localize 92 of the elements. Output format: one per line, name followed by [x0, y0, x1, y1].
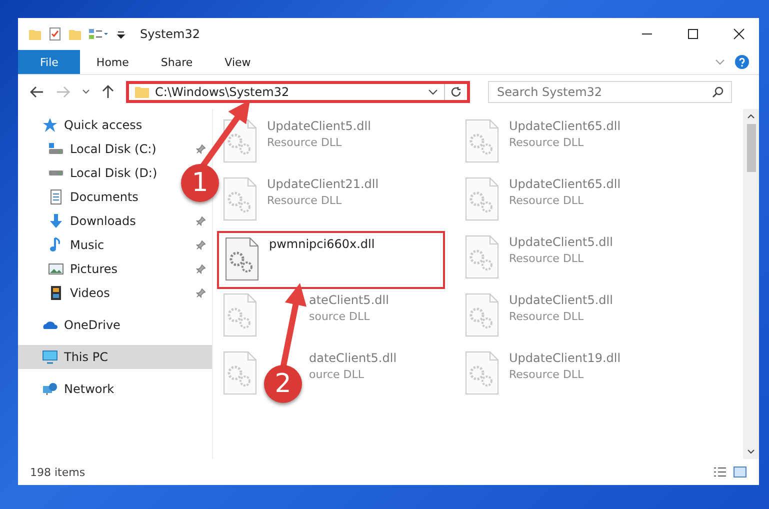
sidebar-label: Quick access	[64, 118, 142, 132]
film-icon	[48, 285, 64, 301]
file-icon	[465, 119, 499, 163]
properties-icon[interactable]	[48, 27, 62, 41]
sidebar-item[interactable]: Quick access	[18, 113, 212, 137]
file-icon	[465, 293, 499, 337]
address-bar[interactable]: C:\Windows\System32	[126, 81, 470, 103]
scroll-up-icon[interactable]	[747, 113, 755, 119]
sidebar-label: OneDrive	[64, 318, 120, 332]
file-name[interactable]: UpdateClient19.dll	[509, 351, 621, 365]
pin-icon[interactable]	[196, 144, 206, 154]
recent-caret-icon[interactable]	[82, 89, 90, 95]
sidebar-label: Music	[70, 238, 104, 252]
help-icon[interactable]	[735, 55, 749, 69]
sidebar-label: Pictures	[70, 262, 118, 276]
sidebar-item[interactable]: Pictures	[18, 257, 212, 281]
file-icon	[223, 177, 257, 221]
window-title: System32	[140, 27, 200, 41]
ribbon-tab[interactable]: Home	[80, 50, 145, 74]
file-type: Resource DLL	[267, 194, 343, 207]
scroll-thumb[interactable]	[746, 124, 756, 172]
up-arrow-icon[interactable]	[102, 85, 114, 99]
star-icon	[42, 117, 58, 133]
file-type: Resource DLL	[509, 310, 585, 323]
file-name[interactable]: UpdateClient5.dll	[509, 235, 613, 249]
file-name[interactable]: UpdateClient5.dll	[509, 293, 613, 307]
file-name[interactable]: UpdateClient65.dll	[509, 177, 621, 191]
file-icon	[465, 351, 499, 395]
scroll-down-icon[interactable]	[747, 449, 755, 455]
document-icon	[48, 189, 64, 205]
sidebar-item[interactable]: Videos	[18, 281, 212, 305]
file-name[interactable]: UpdateClient21.dll	[267, 177, 379, 191]
sidebar-label: Local Disk (D:)	[70, 166, 158, 180]
caret-icon[interactable]	[428, 88, 438, 96]
file-type: Resource DLL	[509, 136, 585, 149]
ribbon-tab[interactable]: File	[18, 50, 80, 74]
sidebar-item[interactable]: Documents	[18, 185, 146, 209]
file-type: Resource DLL	[267, 136, 343, 149]
file-name[interactable]: ateClient5.dll	[309, 293, 389, 307]
file-type: Resource DLL	[509, 252, 585, 265]
item-count: 198 items	[30, 466, 86, 478]
monitor-icon	[42, 349, 58, 365]
file-name[interactable]: pwmnipci660x.dll	[269, 237, 375, 251]
file-icon	[225, 237, 259, 281]
pin-icon[interactable]	[196, 288, 206, 298]
sidebar-item[interactable]: Downloads	[18, 209, 212, 233]
large-icons-view-icon[interactable]	[733, 466, 747, 478]
chevron-icon[interactable]	[715, 58, 725, 66]
sidebar-item[interactable]: This PC	[18, 345, 212, 369]
ribbon-tab[interactable]: Share	[144, 50, 209, 74]
sidebar-item[interactable]: Local Disk (D:)	[18, 161, 166, 185]
network-icon	[42, 381, 58, 397]
file-icon	[223, 293, 257, 337]
refresh-icon[interactable]	[450, 86, 462, 98]
address-path: C:\Windows\System32	[155, 85, 290, 99]
pin-icon[interactable]	[196, 264, 206, 274]
file-name[interactable]: dateClient5.dll	[309, 351, 397, 365]
file-icon	[465, 177, 499, 221]
picture-icon	[48, 261, 64, 277]
folder-icon	[135, 86, 149, 98]
file-icon	[223, 351, 257, 395]
drive-icon	[48, 170, 64, 176]
sidebar-item[interactable]: Local Disk (C:)	[18, 137, 212, 161]
ribbon-tab[interactable]: View	[208, 50, 267, 74]
back-arrow-icon[interactable]	[30, 86, 44, 98]
sidebar-label: Local Disk (C:)	[70, 142, 156, 156]
sidebar-item[interactable]: Music	[18, 233, 212, 257]
pin-icon[interactable]	[196, 240, 206, 250]
search-icon[interactable]	[712, 86, 724, 98]
pin-icon[interactable]	[196, 216, 206, 226]
file-type: ource DLL	[309, 368, 366, 381]
search-field[interactable]: Search System32	[488, 81, 732, 103]
sidebar-item[interactable]: Network	[18, 377, 212, 401]
customize-icon[interactable]	[88, 27, 110, 41]
download-icon	[48, 213, 64, 229]
file-name[interactable]: UpdateClient65.dll	[509, 119, 621, 133]
sidebar-item[interactable]: OneDrive	[18, 313, 212, 337]
close-icon[interactable]	[733, 28, 745, 40]
file-type: source DLL	[309, 310, 371, 323]
file-type: Resource DLL	[509, 194, 585, 207]
file-name[interactable]: UpdateClient5.dll	[267, 119, 371, 133]
drive-icon	[48, 141, 64, 157]
sidebar-label: Videos	[70, 286, 110, 300]
scroll-bar[interactable]	[743, 109, 759, 459]
sidebar-label: Downloads	[70, 214, 136, 228]
sidebar-label: This PC	[64, 350, 108, 364]
file-type: Resource DLL	[509, 368, 585, 381]
details-view-icon[interactable]	[713, 466, 727, 478]
file-icon	[465, 235, 499, 279]
maximize-icon[interactable]	[687, 28, 699, 40]
sidebar-label: Network	[64, 382, 114, 396]
sidebar-label: Documents	[70, 190, 138, 204]
